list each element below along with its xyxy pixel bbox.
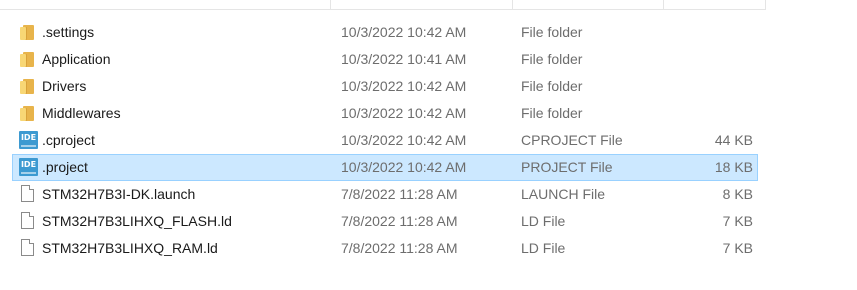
folder-icon [20,52,34,67]
file-name[interactable]: STM32H7B3I-DK.launch [42,182,195,207]
file-name[interactable]: STM32H7B3LIHXQ_FLASH.ld [42,209,232,234]
file-date-modified: 10/3/2022 10:42 AM [341,78,467,94]
file-icon-cell [19,101,39,126]
file-name[interactable]: Application [42,47,111,72]
file-icon [21,185,34,202]
file-list: .settings 10/3/2022 10:42 AM File folder Ap… [12,19,758,262]
file-type: File folder [521,105,583,121]
column-divider[interactable] [512,0,513,9]
file-icon-cell: IDE [19,128,39,153]
file-type: CPROJECT File [521,132,623,148]
ide-icon: IDE [19,158,38,176]
file-name[interactable]: .cproject [42,128,95,153]
file-type: File folder [521,24,583,40]
file-name[interactable]: Drivers [42,74,86,99]
folder-icon [20,106,34,121]
file-name[interactable]: STM32H7B3LIHXQ_RAM.ld [42,236,218,261]
file-name[interactable]: .project [42,155,88,180]
file-row[interactable]: .settings 10/3/2022 10:42 AM File folder [12,19,758,46]
file-date-modified: 10/3/2022 10:42 AM [341,105,467,121]
file-icon-cell [19,47,39,72]
file-date-modified: 7/8/2022 11:28 AM [341,186,458,202]
file-date-modified: 10/3/2022 10:41 AM [341,51,467,67]
file-icon-cell [19,236,39,261]
folder-icon [20,25,34,40]
file-date-modified: 10/3/2022 10:42 AM [341,132,467,148]
column-divider[interactable] [330,0,331,9]
file-date-modified: 10/3/2022 10:42 AM [341,159,467,175]
file-icon-cell [19,20,39,45]
file-name[interactable]: Middlewares [42,101,121,126]
file-type: LD File [521,240,566,256]
file-type: File folder [521,78,583,94]
file-icon [21,239,34,256]
file-date-modified: 10/3/2022 10:42 AM [341,24,467,40]
file-row[interactable]: STM32H7B3I-DK.launch 7/8/2022 11:28 AM LAU… [12,181,758,208]
column-divider[interactable] [765,0,766,9]
file-icon-cell [19,182,39,207]
file-type: PROJECT File [521,159,613,175]
file-icon-cell [19,74,39,99]
file-icon-cell [19,209,39,234]
file-size: 44 KB [714,132,753,148]
file-date-modified: 7/8/2022 11:28 AM [341,213,458,229]
file-size: 7 KB [722,213,753,229]
file-size: 18 KB [714,159,753,175]
file-date-modified: 7/8/2022 11:28 AM [341,240,458,256]
file-row[interactable]: Drivers 10/3/2022 10:42 AM File folder [12,73,758,100]
file-row[interactable]: IDE .project 10/3/2022 10:42 AM PROJECT Fil… [12,154,758,181]
file-row[interactable]: STM32H7B3LIHXQ_FLASH.ld 7/8/2022 11:28 AM… [12,208,758,235]
file-row[interactable]: Application 10/3/2022 10:41 AM File folder [12,46,758,73]
column-divider[interactable] [663,0,664,9]
file-icon [21,212,34,229]
file-name[interactable]: .settings [42,20,94,45]
file-row[interactable]: Middlewares 10/3/2022 10:42 AM File folder [12,100,758,127]
file-explorer-details-view: .settings 10/3/2022 10:42 AM File folder Ap… [0,0,857,290]
folder-icon [20,79,34,94]
file-row[interactable]: IDE .cproject 10/3/2022 10:42 AM CPROJECT F… [12,127,758,154]
file-type: File folder [521,51,583,67]
file-type: LD File [521,213,566,229]
file-type: LAUNCH File [521,186,606,202]
file-row[interactable]: STM32H7B3LIHXQ_RAM.ld 7/8/2022 11:28 AM LD… [12,235,758,262]
file-size: 7 KB [722,240,753,256]
column-header [0,0,766,10]
file-icon-cell: IDE [19,155,39,180]
ide-icon: IDE [19,131,38,149]
file-size: 8 KB [722,186,753,202]
